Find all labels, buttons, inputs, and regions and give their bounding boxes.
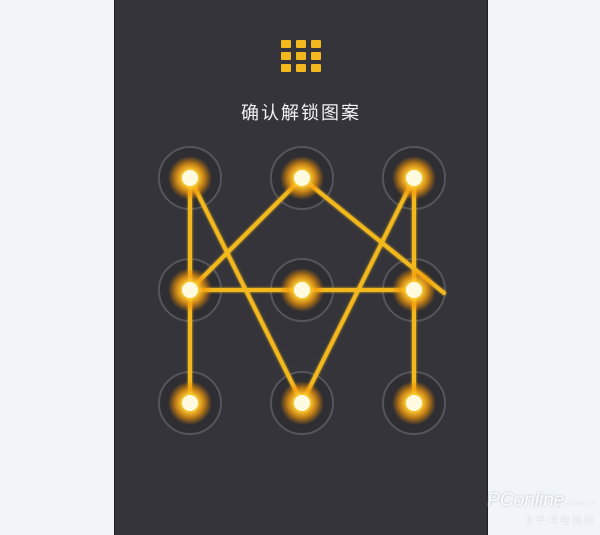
watermark-subtitle: 太平洋电脑网 [524, 516, 596, 527]
pattern-dot-core [406, 282, 422, 298]
watermark: PConline.com.cn 太平洋电脑网 [487, 490, 596, 527]
pattern-dot-core [406, 170, 422, 186]
pattern-dot-core [294, 170, 310, 186]
lock-screen: 确认解锁图案 [114, 0, 488, 535]
pattern-dot-core [182, 282, 198, 298]
pattern-lock[interactable] [115, 0, 487, 535]
pattern-dot-core [294, 395, 310, 411]
pattern-dot-core [182, 170, 198, 186]
pattern-dot-core [294, 282, 310, 298]
watermark-domain: .com.cn [564, 499, 596, 508]
pattern-dot-core [182, 395, 198, 411]
watermark-brand: PConline [487, 490, 565, 511]
pattern-dot-core [406, 395, 422, 411]
